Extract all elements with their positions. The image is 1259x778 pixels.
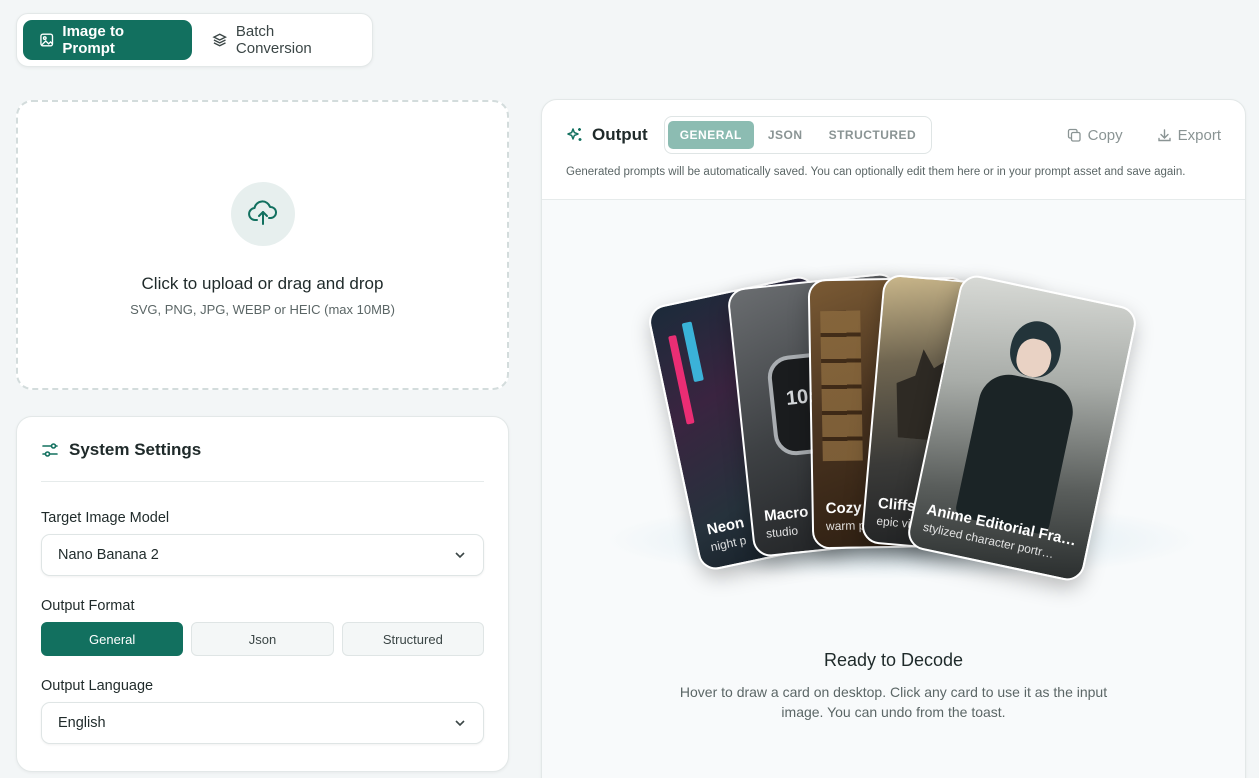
output-format-tabs: GENERAL JSON STRUCTURED: [663, 116, 933, 154]
output-actions: Copy Export: [1067, 127, 1221, 144]
output-title: Output: [592, 125, 648, 144]
ready-title: Ready to Decode: [823, 650, 964, 670]
output-note: Generated prompts will be automatically …: [566, 166, 1186, 178]
language-select[interactable]: English: [41, 702, 484, 744]
upload-cloud-icon: [247, 200, 277, 225]
format-label: Output Format: [41, 598, 135, 614]
output-tab-structured[interactable]: STRUCTURED: [817, 121, 929, 149]
model-value: Nano Banana 2: [58, 547, 159, 563]
output-header: Output GENERAL JSON STRUCTURED Copy Expo…: [542, 100, 1245, 200]
chevron-down-icon: [455, 720, 465, 727]
chevron-down-icon: [455, 552, 465, 559]
sliders-icon: [42, 442, 58, 457]
settings-header: System Settings: [41, 418, 484, 482]
language-label: Output Language: [41, 678, 154, 694]
download-icon: [1157, 128, 1171, 141]
mode-tabs: Image to Prompt Batch Conversion: [16, 13, 373, 67]
system-settings-panel: System Settings Target Image Model Nano …: [16, 416, 509, 772]
export-label: Export: [1177, 126, 1221, 144]
tab-label: Batch Conversion: [235, 23, 312, 57]
tab-label: Image to Prompt: [62, 23, 125, 57]
copy-button[interactable]: Copy: [1067, 127, 1123, 144]
format-json-button[interactable]: Json: [191, 622, 334, 656]
settings-title: System Settings: [69, 439, 202, 459]
neon-sign: [681, 321, 704, 383]
layers-icon: [212, 33, 228, 47]
output-tab-general[interactable]: GENERAL: [667, 121, 754, 149]
image-icon: [40, 33, 54, 47]
model-label: Target Image Model: [41, 510, 170, 526]
output-panel: Output GENERAL JSON STRUCTURED Copy Expo…: [541, 99, 1246, 778]
model-select[interactable]: Nano Banana 2: [41, 534, 484, 576]
format-structured-button[interactable]: Structured: [341, 622, 484, 656]
output-title-wrap: Output: [566, 125, 648, 145]
upload-subtitle: SVG, PNG, JPG, WEBP or HEIC (max 10MB): [130, 302, 395, 317]
output-tab-json[interactable]: JSON: [756, 121, 815, 149]
sparkles-icon: [567, 128, 582, 141]
output-body: Neon night p 10:0 Macro studio Cozy A wa…: [542, 200, 1245, 778]
upload-dropzone[interactable]: Click to upload or drag and drop SVG, PN…: [16, 100, 509, 390]
upload-icon-circle: [230, 182, 295, 246]
language-value: English: [58, 715, 106, 731]
format-options: General Json Structured: [41, 622, 484, 656]
copy-icon: [1067, 128, 1081, 142]
tab-image-to-prompt[interactable]: Image to Prompt: [23, 20, 193, 60]
export-button[interactable]: Export: [1157, 127, 1221, 144]
ready-subtitle: Hover to draw a card on desktop. Click a…: [679, 684, 1108, 720]
copy-label: Copy: [1087, 126, 1123, 144]
tab-batch-conversion[interactable]: Batch Conversion: [196, 20, 366, 60]
upload-title: Click to upload or drag and drop: [141, 274, 384, 293]
format-general-button[interactable]: General: [41, 622, 184, 656]
bookshelf: [820, 310, 863, 462]
